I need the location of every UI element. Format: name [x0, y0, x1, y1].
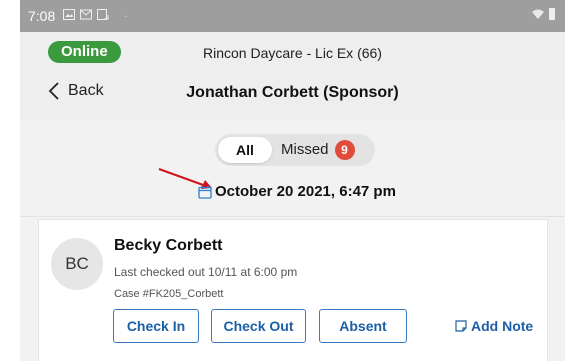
filter-all-tab[interactable]: All	[218, 137, 272, 163]
status-time: 7:08	[28, 8, 56, 24]
date-label: October 20 2021, 6:47 pm	[215, 183, 396, 200]
check-in-button[interactable]: Check In	[113, 309, 199, 343]
page-title: Jonathan Corbett (Sponsor)	[186, 84, 399, 101]
app-frame: 7:08 · Online Rincon Daycare - Lic Ex (6…	[20, 0, 565, 361]
child-card: BC Becky Corbett Last checked out 10/11 …	[38, 219, 548, 361]
add-note-button[interactable]: Add Note	[455, 318, 533, 334]
mail-icon	[80, 9, 93, 23]
battery-icon	[549, 8, 555, 20]
check-out-button[interactable]: Check Out	[211, 309, 306, 343]
missed-count-badge: 9	[334, 140, 355, 160]
last-checked-status: Last checked out 10/11 at 6:00 pm	[114, 265, 298, 279]
avatar: BC	[51, 238, 103, 290]
status-right	[531, 8, 555, 20]
note-icon	[455, 320, 467, 332]
screenshot-icon	[97, 9, 109, 23]
date-selector[interactable]: October 20 2021, 6:47 pm	[198, 183, 396, 200]
header: Online Rincon Daycare - Lic Ex (66) Back…	[20, 32, 565, 120]
status-dot: ·	[124, 10, 128, 22]
filter-segmented-control: All Missed 9	[215, 134, 375, 166]
case-number: Case #FK205_Corbett	[114, 288, 224, 300]
missed-label: Missed	[281, 141, 329, 158]
child-name: Becky Corbett	[114, 237, 223, 254]
image-icon	[63, 9, 76, 23]
absent-button[interactable]: Absent	[319, 309, 407, 343]
divider	[20, 216, 565, 217]
wifi-icon	[532, 9, 544, 19]
status-bar: 7:08 ·	[20, 0, 565, 32]
filter-missed-tab[interactable]: Missed 9	[281, 137, 355, 163]
add-note-label: Add Note	[471, 318, 534, 334]
calendar-icon	[198, 185, 212, 199]
facility-name: Rincon Daycare - Lic Ex (66)	[203, 45, 382, 61]
